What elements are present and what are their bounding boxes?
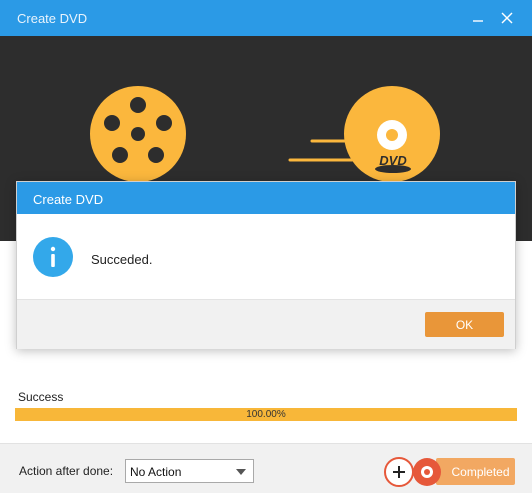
after-done-label: Action after done: (19, 464, 114, 478)
window-title: Create DVD (17, 11, 88, 26)
dialog-header: Create DVD (17, 182, 515, 214)
watermark-logo-icon (384, 457, 441, 487)
footer: Action after done: No Action Completed (0, 443, 532, 493)
ok-button[interactable]: OK (425, 312, 504, 337)
speed-lines (288, 139, 354, 162)
progress-status-label: Success (18, 390, 64, 404)
dialog-title: Create DVD (33, 192, 104, 207)
completed-label: Completed (451, 464, 510, 479)
dvd-disc-icon: DVD (344, 86, 440, 182)
success-dialog: Create DVD Succeded. OK (16, 181, 516, 349)
info-icon (33, 237, 73, 277)
minimize-icon[interactable] (467, 7, 489, 29)
after-done-select[interactable]: No Action (125, 459, 254, 483)
close-icon[interactable] (496, 7, 518, 29)
dvd-label: DVD (379, 153, 407, 168)
after-done-value: No Action (130, 465, 182, 479)
film-reel-icon (90, 86, 186, 182)
completed-button[interactable]: Completed (436, 458, 515, 485)
ok-label: OK (455, 317, 474, 332)
chevron-down-icon[interactable] (236, 469, 246, 475)
dialog-footer: OK (17, 299, 515, 349)
progress-bar: 100.00% (15, 408, 517, 421)
dialog-message: Succeded. (91, 252, 153, 267)
title-bar: Create DVD (0, 0, 532, 36)
progress-percent: 100.00% (246, 409, 286, 420)
